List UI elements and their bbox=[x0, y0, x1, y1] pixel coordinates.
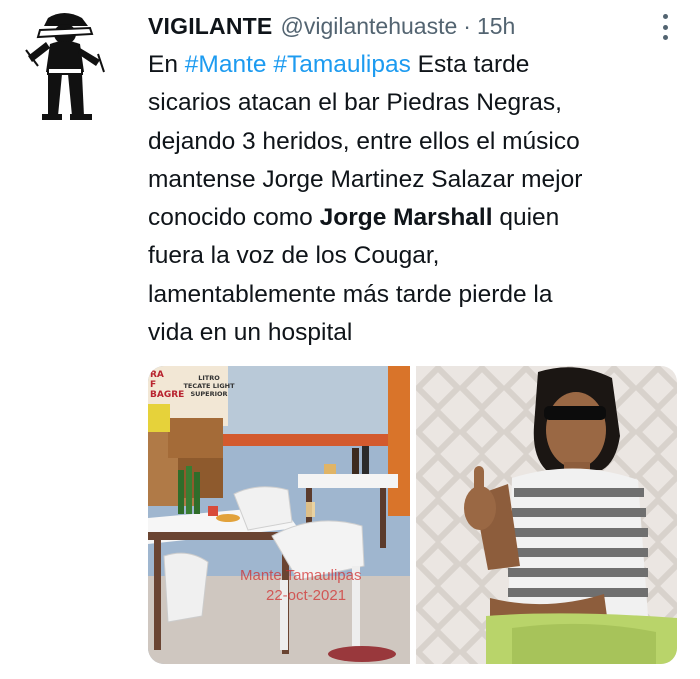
tweet-text-line: mantense Jorge Martinez Salazar mejor bbox=[148, 165, 583, 193]
portrait-photo[interactable] bbox=[416, 366, 677, 664]
tweet-card[interactable]: VIGILANTE @vigilantehuaste · 15h En #Man… bbox=[0, 0, 700, 679]
tweet-text: En #Mante #Tamaulipas Esta tarde sicario… bbox=[148, 46, 678, 352]
bar-scene-photo[interactable]: RA F BAGRE LITRO TECATE LIGHT SUPERIOR M… bbox=[148, 366, 410, 664]
vertical-ellipsis-icon[interactable] bbox=[660, 14, 670, 40]
tweet-text-line: dejando 3 heridos, entre ellos el músico bbox=[148, 127, 580, 155]
text-segment: quien bbox=[492, 204, 560, 232]
poster-text: SUPERIOR bbox=[190, 390, 228, 398]
portrait-illustration bbox=[416, 366, 677, 664]
avatar[interactable] bbox=[18, 10, 110, 122]
text-segment: Esta tarde bbox=[410, 51, 530, 78]
tweet-text-line: vida en un hospital bbox=[148, 319, 353, 347]
text-segment: En bbox=[148, 51, 185, 78]
person-figure-avatar-icon bbox=[18, 10, 110, 122]
text-segment: conocido como bbox=[148, 204, 320, 232]
tweet-text-line: lamentablemente más tarde pierde la bbox=[148, 280, 553, 308]
beer-poster: LITRO TECATE LIGHT SUPERIOR bbox=[178, 374, 240, 398]
tweet-text-line: fuera la voz de los Cougar, bbox=[148, 242, 440, 270]
tweet-timestamp[interactable]: 15h bbox=[477, 10, 515, 42]
tweet-text-line: sicarios atacan el bar Piedras Negras, bbox=[148, 89, 562, 117]
tweet-text-line: En #Mante #Tamaulipas Esta tarde bbox=[148, 46, 678, 84]
author-name[interactable]: VIGILANTE bbox=[148, 10, 272, 42]
bar-scene-illustration bbox=[148, 366, 410, 664]
tweet-text-line: conocido como Jorge Marshall quien bbox=[148, 199, 678, 237]
tweet-media[interactable]: RA F BAGRE LITRO TECATE LIGHT SUPERIOR M… bbox=[148, 366, 677, 664]
tweet-header: VIGILANTE @vigilantehuaste · 15h bbox=[148, 10, 515, 42]
hashtag-link[interactable]: #Tamaulipas bbox=[273, 51, 411, 78]
poster-text: LITRO bbox=[198, 374, 220, 382]
poster-text: TECATE LIGHT bbox=[183, 382, 235, 390]
hashtag-link[interactable]: #Mante bbox=[185, 51, 267, 78]
bold-name: Jorge Marshall bbox=[319, 204, 493, 232]
author-handle[interactable]: @vigilantehuaste bbox=[280, 10, 457, 42]
separator-dot: · bbox=[463, 13, 471, 39]
